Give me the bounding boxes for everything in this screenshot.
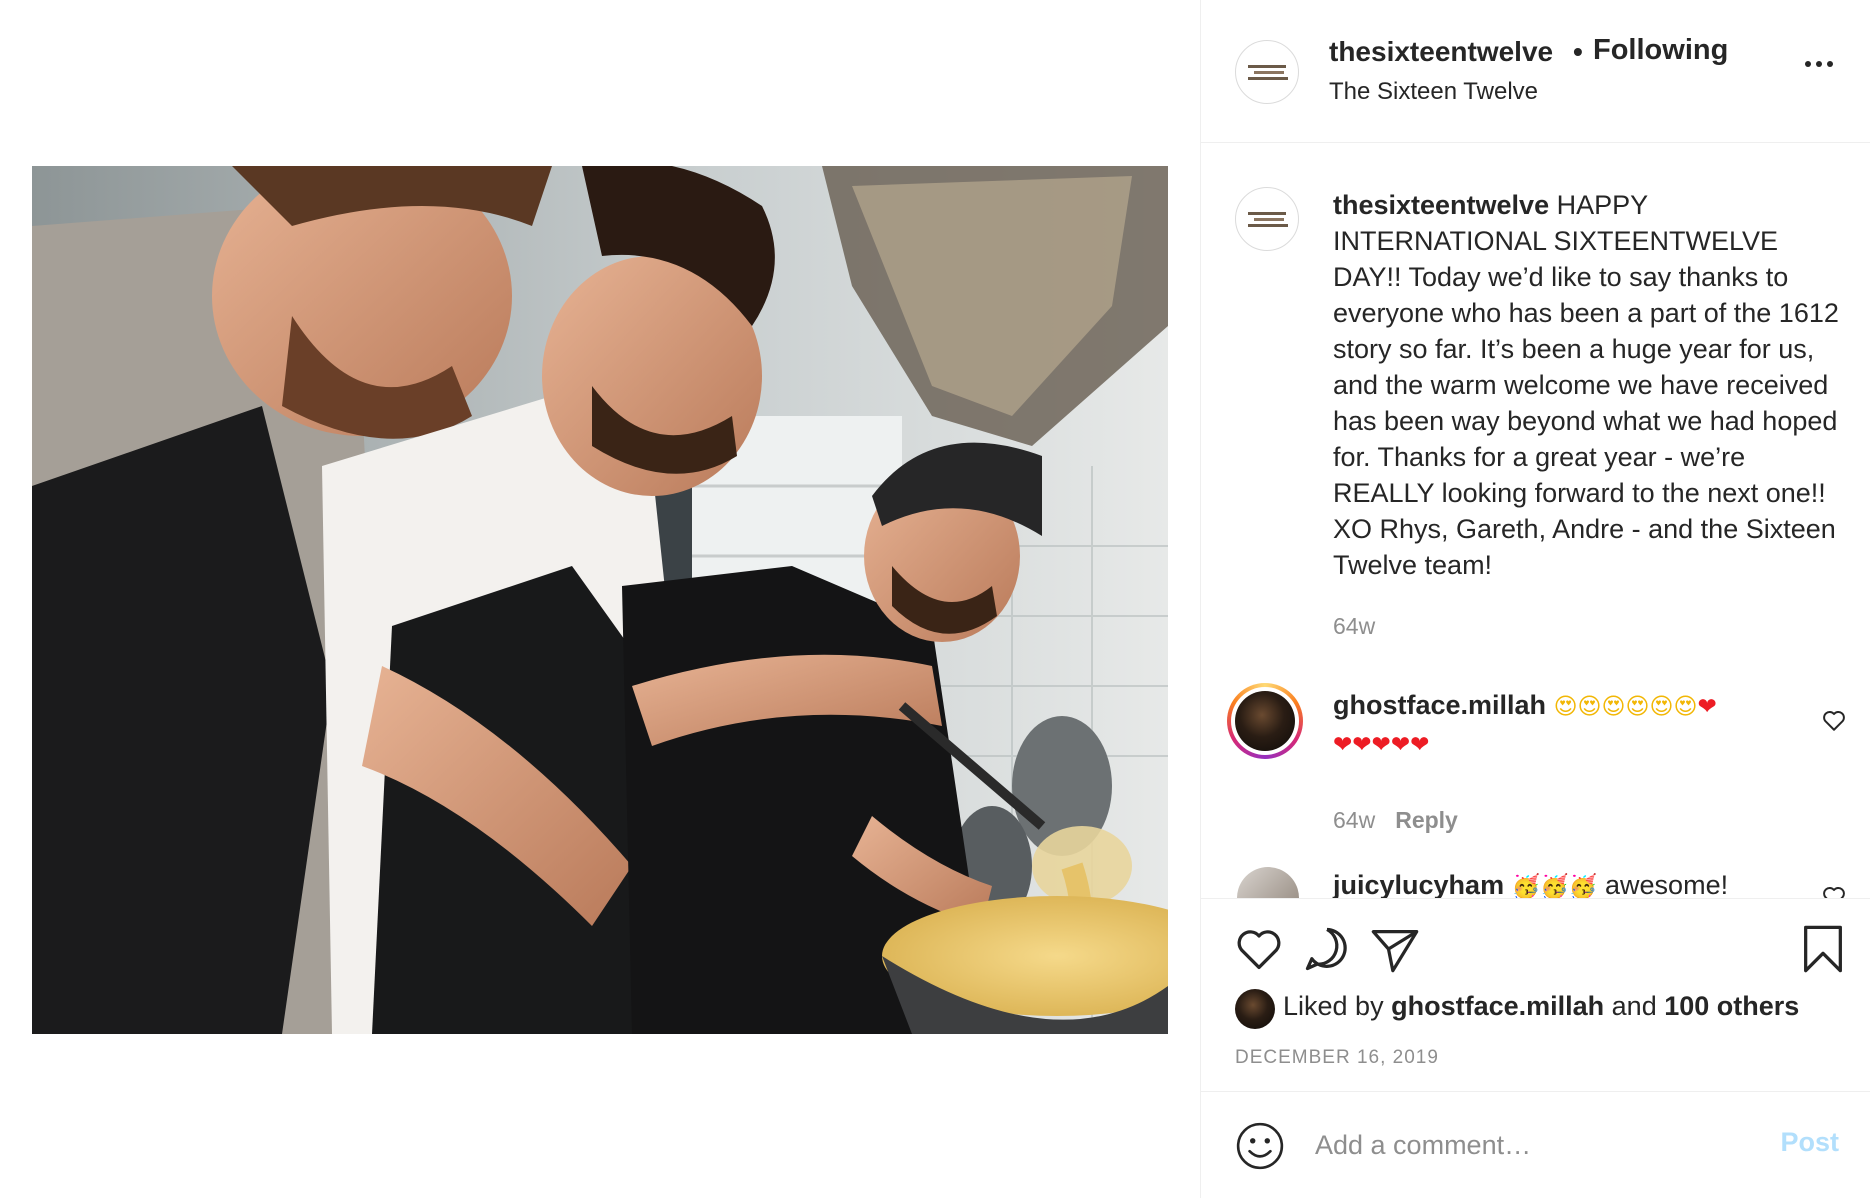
comment-input[interactable] (1313, 1119, 1757, 1171)
account-avatar[interactable] (1235, 40, 1299, 104)
more-options-icon[interactable] (1801, 58, 1837, 70)
post-button[interactable]: Post (1780, 1127, 1839, 1158)
likes-text: Liked by ghostface.millah and 100 others (1283, 991, 1799, 1022)
comment-text: awesome! (1605, 870, 1729, 898)
caption-username[interactable]: thesixteentwelve (1333, 190, 1549, 220)
add-comment-bar: Post (1201, 1091, 1870, 1198)
liked-by-label: Liked by (1283, 991, 1384, 1021)
following-button[interactable]: Following (1593, 34, 1728, 67)
heart-emoji: ❤ (1697, 694, 1717, 720)
comment-meta: 64w Reply (1333, 807, 1458, 834)
post-actions: Liked by ghostface.millah and 100 others… (1201, 898, 1870, 1092)
comment-like-icon[interactable] (1821, 883, 1847, 898)
comment-username[interactable]: juicylucyham (1333, 870, 1504, 898)
heart-icon[interactable] (1233, 923, 1285, 975)
comment-icon[interactable] (1301, 923, 1353, 975)
post-date[interactable]: DECEMBER 16, 2019 (1235, 1047, 1439, 1069)
comment-username[interactable]: ghostface.millah (1333, 690, 1546, 720)
comments-list[interactable]: thesixteentwelve HAPPY INTERNATIONAL SIX… (1201, 143, 1870, 898)
caption-timestamp[interactable]: 64w (1333, 613, 1375, 640)
header-separator: • (1573, 36, 1583, 67)
bookmark-icon[interactable] (1797, 923, 1849, 975)
comment-like-icon[interactable] (1821, 707, 1847, 733)
commenter-avatar[interactable] (1227, 683, 1303, 759)
header-subtitle[interactable]: The Sixteen Twelve (1329, 78, 1538, 106)
share-icon[interactable] (1369, 923, 1421, 975)
liker-username[interactable]: ghostface.millah (1391, 991, 1604, 1021)
caption-text: HAPPY INTERNATIONAL SIXTEENTWELVE DAY!! … (1333, 190, 1839, 580)
caption-text-block: thesixteentwelve HAPPY INTERNATIONAL SIX… (1333, 187, 1853, 583)
post-header: thesixteentwelve • Following The Sixteen… (1201, 0, 1870, 143)
reply-button[interactable]: Reply (1395, 807, 1458, 833)
post-sidebar: thesixteentwelve • Following The Sixteen… (1200, 0, 1870, 1198)
caption-avatar[interactable] (1235, 187, 1299, 251)
liker-avatar[interactable] (1235, 989, 1275, 1029)
post-media-area (0, 0, 1200, 1198)
comment-timestamp[interactable]: 64w (1333, 807, 1375, 833)
others-count-link[interactable]: 100 others (1664, 991, 1799, 1021)
post-photo[interactable] (32, 166, 1168, 1034)
heart-emoji-row: ❤❤❤❤❤ (1333, 732, 1430, 758)
comment-text-block: juicylucyham 🥳🥳🥳 awesome! (1333, 867, 1728, 898)
party-emoji: 🥳🥳🥳 (1511, 874, 1598, 898)
header-username[interactable]: thesixteentwelve (1329, 36, 1553, 68)
smile-icon[interactable] (1235, 1121, 1285, 1171)
heart-eyes-emoji: 😍😍😍😍😍😍 (1553, 694, 1698, 720)
likes-conjunction: and (1611, 991, 1657, 1021)
comment-text-block: ghostface.millah 😍😍😍😍😍😍❤ ❤❤❤❤❤ (1333, 687, 1763, 763)
commenter-avatar[interactable] (1237, 867, 1299, 898)
